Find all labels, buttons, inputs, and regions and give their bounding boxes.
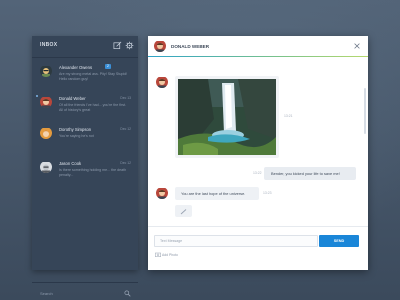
- search-input[interactable]: Search: [40, 291, 53, 296]
- chat-header: DONALD WEBER: [148, 36, 368, 56]
- sender-avatar: [156, 76, 168, 88]
- inbox-panel: INBOX Alexander Owens 2 Are my strong me…: [32, 36, 138, 297]
- message-input-placeholder: Text Message: [160, 239, 183, 243]
- thread-item-jason-cook[interactable]: Jason Cook Dec 12 Is there something hol…: [32, 157, 138, 188]
- unread-badge: 2: [105, 64, 111, 69]
- search-icon[interactable]: [124, 290, 131, 297]
- thread-item-donald-weber[interactable]: Donald Weber Dec 13 Of all the friends I…: [32, 92, 138, 123]
- inbox-title: INBOX: [40, 42, 58, 48]
- avatar: [40, 96, 52, 108]
- inbox-header: INBOX: [32, 36, 138, 58]
- header-divider: [148, 56, 368, 57]
- thread-preview: Is there something holding me... the dea…: [59, 168, 127, 177]
- message-time: 13:22: [253, 171, 262, 175]
- message-time: 13:23: [263, 191, 272, 195]
- incoming-message: You are the last hope of the universe.: [175, 187, 259, 200]
- chat-panel: DONALD WEBER 13:21 13:22 Bender, you kic…: [148, 36, 368, 270]
- thread-preview: Are my strong metal ass. Pity! Stay Stup…: [59, 72, 128, 81]
- contact-avatar: [154, 40, 166, 52]
- thread-date: Dec 12: [120, 161, 131, 165]
- thread-name: Jason Cook: [59, 161, 82, 166]
- thread-name: Dorothy Simpson: [59, 127, 92, 132]
- close-icon[interactable]: [353, 42, 361, 50]
- thread-item-dorothy-simpson[interactable]: Dorothy Simpson Dec 12 You're saying he'…: [32, 123, 138, 154]
- unread-dot: [36, 95, 38, 97]
- attachment-message[interactable]: [175, 205, 192, 217]
- scrollbar[interactable]: [364, 88, 366, 134]
- avatar: [40, 65, 52, 77]
- send-button[interactable]: SEND: [319, 235, 359, 247]
- message-text: Bender, you kicked your life to save me!: [271, 171, 340, 176]
- message-input[interactable]: Text Message: [154, 235, 318, 247]
- gear-icon[interactable]: [125, 41, 134, 50]
- message-text: You are the last hope of the universe.: [181, 191, 246, 196]
- message-time: 13:21: [284, 114, 293, 118]
- compose-icon[interactable]: [113, 41, 122, 50]
- pencil-icon: [180, 209, 187, 215]
- thread-name: Alexander Owens: [59, 65, 93, 70]
- sender-avatar: [156, 187, 168, 199]
- thread-date: Dec 13: [120, 96, 131, 100]
- avatar: [40, 161, 52, 173]
- thread-preview: Of all the friends I've had... you're th…: [59, 103, 127, 112]
- add-photo-label: Add Photo: [162, 252, 178, 257]
- avatar: [40, 127, 52, 139]
- camera-icon: [155, 252, 161, 257]
- thread-name: Donald Weber: [59, 96, 86, 101]
- outgoing-message: Bender, you kicked your life to save me!: [264, 167, 356, 180]
- search-bar[interactable]: Search: [32, 282, 138, 300]
- message-composer: Text Message SEND Add Photo: [148, 226, 368, 271]
- waterfall-photo[interactable]: [178, 79, 276, 155]
- thread-date: Dec 12: [120, 127, 131, 131]
- photo-message[interactable]: [175, 76, 279, 158]
- thread-preview: You're saying he's not: [59, 134, 94, 138]
- thread-item-alexander-owens[interactable]: Alexander Owens 2 Are my strong metal as…: [32, 61, 138, 92]
- contact-name: DONALD WEBER: [171, 44, 210, 49]
